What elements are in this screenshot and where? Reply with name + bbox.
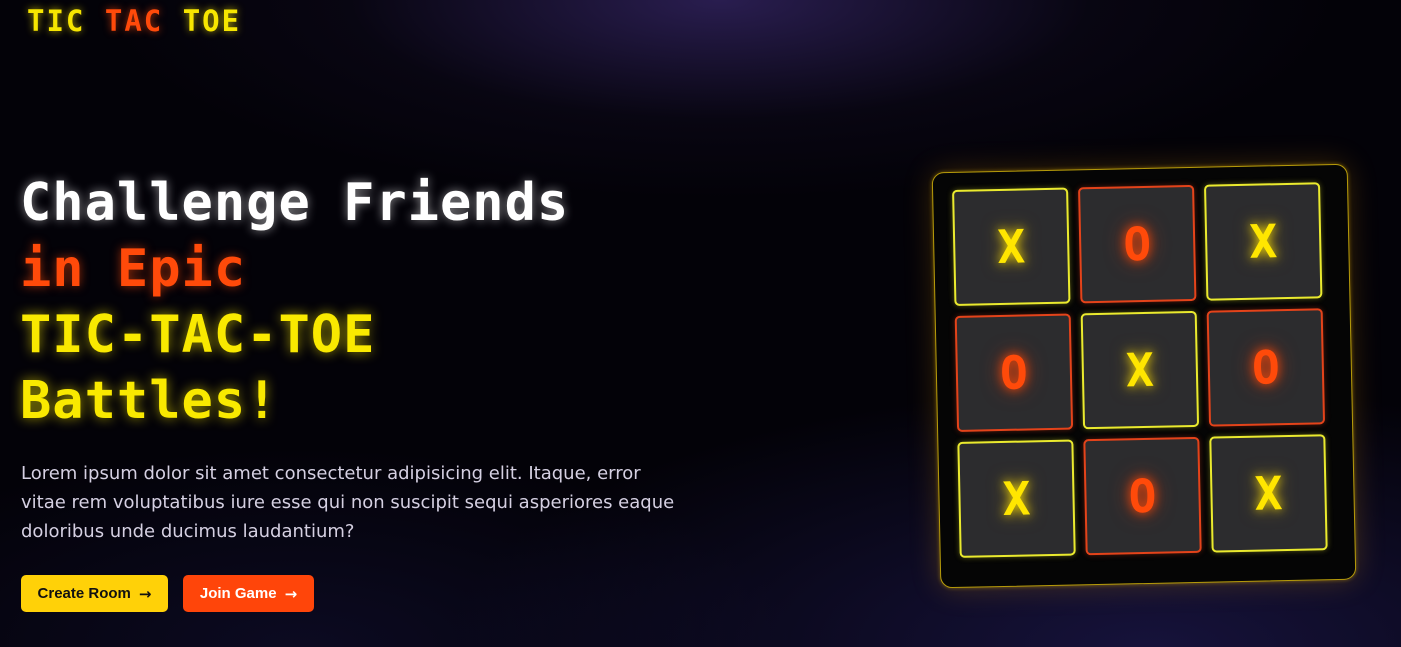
headline-line-3: TIC-TAC-TOE xyxy=(20,305,376,365)
o-mark: O xyxy=(1122,216,1152,272)
create-room-label: Create Room xyxy=(37,585,131,602)
board-cell-8: O xyxy=(1083,436,1202,556)
hero-description: Lorem ipsum dolor sit amet consectetur a… xyxy=(21,463,675,542)
x-mark: X xyxy=(1125,342,1155,398)
o-mark: O xyxy=(1251,340,1281,395)
arrow-right-icon: → xyxy=(284,584,298,603)
create-room-button[interactable]: Create Room → xyxy=(21,575,168,612)
board-cell-3: X xyxy=(1204,182,1323,301)
x-mark: X xyxy=(1002,471,1031,526)
x-mark: X xyxy=(996,219,1026,275)
board-cell-5: X xyxy=(1080,310,1200,430)
logo-part-tic: TIC xyxy=(27,4,86,38)
logo-part-toe: TOE xyxy=(182,4,242,38)
join-game-label: Join Game xyxy=(199,585,277,602)
o-mark: O xyxy=(1128,468,1157,524)
headline-line-2: in Epic xyxy=(20,239,247,299)
headline-line-1: Challenge Friends xyxy=(20,173,570,233)
x-mark: X xyxy=(1248,214,1278,269)
board-cell-1: X xyxy=(952,187,1071,306)
board-cell-4: O xyxy=(954,313,1074,432)
logo-part-tac: TAC xyxy=(104,4,164,38)
game-board-illustration: X O X O X O X O X xyxy=(931,163,1357,589)
hero-headline: Challenge Friends in Epic TIC-TAC-TOE Ba… xyxy=(20,170,569,434)
board-cell-2: O xyxy=(1078,184,1197,304)
arrow-right-icon: → xyxy=(138,584,152,603)
board-cell-9: X xyxy=(1209,434,1328,553)
site-logo[interactable]: TIC TAC TOE xyxy=(27,5,241,37)
board-cell-6: O xyxy=(1206,308,1326,427)
o-mark: O xyxy=(999,345,1029,401)
x-mark: X xyxy=(1254,466,1283,521)
join-game-button[interactable]: Join Game → xyxy=(183,575,314,612)
board-cell-7: X xyxy=(957,439,1076,558)
headline-line-4: Battles! xyxy=(20,371,279,431)
